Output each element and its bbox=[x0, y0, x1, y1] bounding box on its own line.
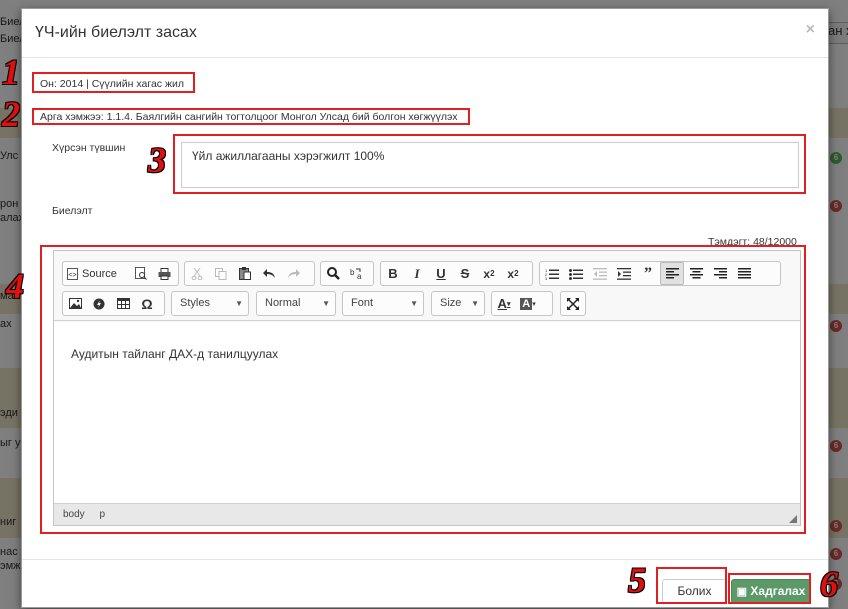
save-label: Хадгалах bbox=[750, 584, 806, 598]
font-label: Font bbox=[351, 297, 374, 309]
marker-5: 5 bbox=[628, 560, 646, 600]
underline-icon[interactable]: U bbox=[429, 262, 453, 285]
size-dropdown[interactable]: Size ▼ bbox=[431, 291, 485, 316]
svg-text:a: a bbox=[357, 272, 362, 280]
editor-paragraph: Аудитын тайланг ДАХ-д танилцуулах bbox=[71, 347, 279, 361]
marker-4: 4 bbox=[6, 266, 24, 306]
image-icon[interactable] bbox=[63, 292, 87, 315]
background-color-icon[interactable]: A ▾ bbox=[516, 292, 540, 315]
toolbar-group-search: ba bbox=[320, 261, 374, 286]
marker-3: 3 bbox=[148, 140, 166, 180]
toolbar-group-clipboard bbox=[184, 261, 315, 286]
modal-header: ҮЧ-ийн биелэлт засах × bbox=[22, 9, 828, 58]
svg-text:3: 3 bbox=[545, 276, 548, 280]
modal-footer: Болих ▣ Хадгалах bbox=[22, 559, 828, 609]
svg-text:<>: <> bbox=[68, 272, 76, 279]
chevron-down-icon: ▼ bbox=[235, 299, 243, 308]
modal-title: ҮЧ-ийн биелэлт засах bbox=[35, 24, 197, 41]
editor-toolbar: <> Source b a B I U S x 2 x 2 1 2 3 ” Ω … bbox=[54, 251, 800, 321]
undo-icon[interactable] bbox=[257, 262, 281, 285]
resize-handle-icon[interactable] bbox=[789, 515, 797, 523]
indent-icon[interactable] bbox=[612, 262, 636, 285]
save-button[interactable]: ▣ Хадгалах bbox=[731, 579, 811, 604]
blockquote-icon[interactable]: ” bbox=[636, 262, 660, 285]
cancel-button[interactable]: Болих bbox=[662, 579, 727, 604]
marker-6: 6 bbox=[820, 564, 838, 604]
chevron-down-icon: ▼ bbox=[322, 299, 330, 308]
redo-icon[interactable] bbox=[281, 262, 305, 285]
path-p[interactable]: p bbox=[99, 509, 105, 520]
italic-icon[interactable]: I bbox=[405, 262, 429, 285]
maximize-icon[interactable] bbox=[561, 292, 585, 315]
subscript-icon[interactable]: x2 bbox=[477, 262, 501, 285]
source-label: Source bbox=[82, 267, 117, 280]
justify-icon[interactable] bbox=[732, 262, 756, 285]
format-dropdown[interactable]: Normal ▼ bbox=[256, 291, 336, 316]
floppy-icon: ▣ bbox=[736, 586, 748, 598]
cut-icon[interactable] bbox=[185, 262, 209, 285]
bold-icon[interactable]: B bbox=[381, 262, 405, 285]
replace-icon[interactable]: ba bbox=[345, 262, 369, 285]
find-icon[interactable] bbox=[321, 262, 345, 285]
superscript-icon[interactable]: x2 bbox=[501, 262, 525, 285]
level-textarea[interactable]: Үйл ажиллагааны хэрэгжилт 100% bbox=[181, 142, 799, 188]
toolbar-group-basicstyles: B I U S x2 x2 bbox=[380, 261, 533, 286]
align-right-icon[interactable] bbox=[708, 262, 732, 285]
toolbar-group-paragraph: 123 ” bbox=[539, 261, 781, 286]
strikethrough-icon[interactable]: S bbox=[453, 262, 477, 285]
flash-icon[interactable] bbox=[87, 292, 111, 315]
result-label: Биелэлт bbox=[52, 205, 93, 217]
action-info: Арга хэмжээ: 1.1.4. Баялгийн сангийн тог… bbox=[40, 111, 458, 123]
element-path-bar: body p bbox=[54, 503, 800, 525]
copy-icon[interactable] bbox=[209, 262, 233, 285]
marker-2: 2 bbox=[2, 94, 20, 134]
numbered-list-icon[interactable]: 123 bbox=[540, 262, 564, 285]
align-center-icon[interactable] bbox=[684, 262, 708, 285]
chevron-down-icon: ▼ bbox=[471, 299, 479, 308]
table-icon[interactable] bbox=[111, 292, 135, 315]
styles-dropdown[interactable]: Styles ▼ bbox=[171, 291, 249, 316]
source-icon: <> bbox=[67, 267, 78, 280]
chevron-down-icon: ▼ bbox=[410, 299, 418, 308]
year-info: Он: 2014 | Сүүлийн хагас жил bbox=[40, 78, 184, 90]
toolbar-group-document: <> Source bbox=[62, 261, 179, 286]
print-icon[interactable] bbox=[153, 262, 177, 285]
format-label: Normal bbox=[265, 297, 301, 309]
bulleted-list-icon[interactable] bbox=[564, 262, 588, 285]
close-icon[interactable]: × bbox=[806, 21, 815, 39]
path-body[interactable]: body bbox=[63, 509, 85, 520]
editor-content[interactable]: Аудитын тайланг ДАХ-д танилцуулах bbox=[54, 322, 800, 503]
marker-1: 1 bbox=[2, 52, 20, 92]
char-counter: Тэмдэгт: 48/12000 bbox=[708, 236, 797, 248]
size-label: Size bbox=[440, 297, 462, 309]
toolbar-group-colors: A ▾ A ▾ bbox=[491, 291, 553, 316]
source-button[interactable]: <> Source bbox=[63, 262, 121, 285]
level-label: Хүрсэн түвшин bbox=[52, 142, 126, 154]
text-color-icon[interactable]: A ▾ bbox=[492, 292, 516, 315]
edit-modal: ҮЧ-ийн биелэлт засах × Он: 2014 | Сүүлий… bbox=[21, 8, 829, 608]
preview-icon[interactable] bbox=[129, 262, 153, 285]
align-left-icon[interactable] bbox=[660, 262, 684, 285]
font-dropdown[interactable]: Font ▼ bbox=[342, 291, 424, 316]
toolbar-group-tools bbox=[560, 291, 586, 316]
rich-text-editor: <> Source b a B I U S x 2 x 2 1 2 3 ” Ω … bbox=[53, 250, 801, 526]
special-char-icon[interactable]: Ω bbox=[135, 292, 159, 315]
paste-icon[interactable] bbox=[233, 262, 257, 285]
styles-label: Styles bbox=[180, 297, 210, 309]
toolbar-group-insert: Ω bbox=[62, 291, 165, 316]
outdent-icon[interactable] bbox=[588, 262, 612, 285]
svg-text:b: b bbox=[350, 268, 355, 277]
